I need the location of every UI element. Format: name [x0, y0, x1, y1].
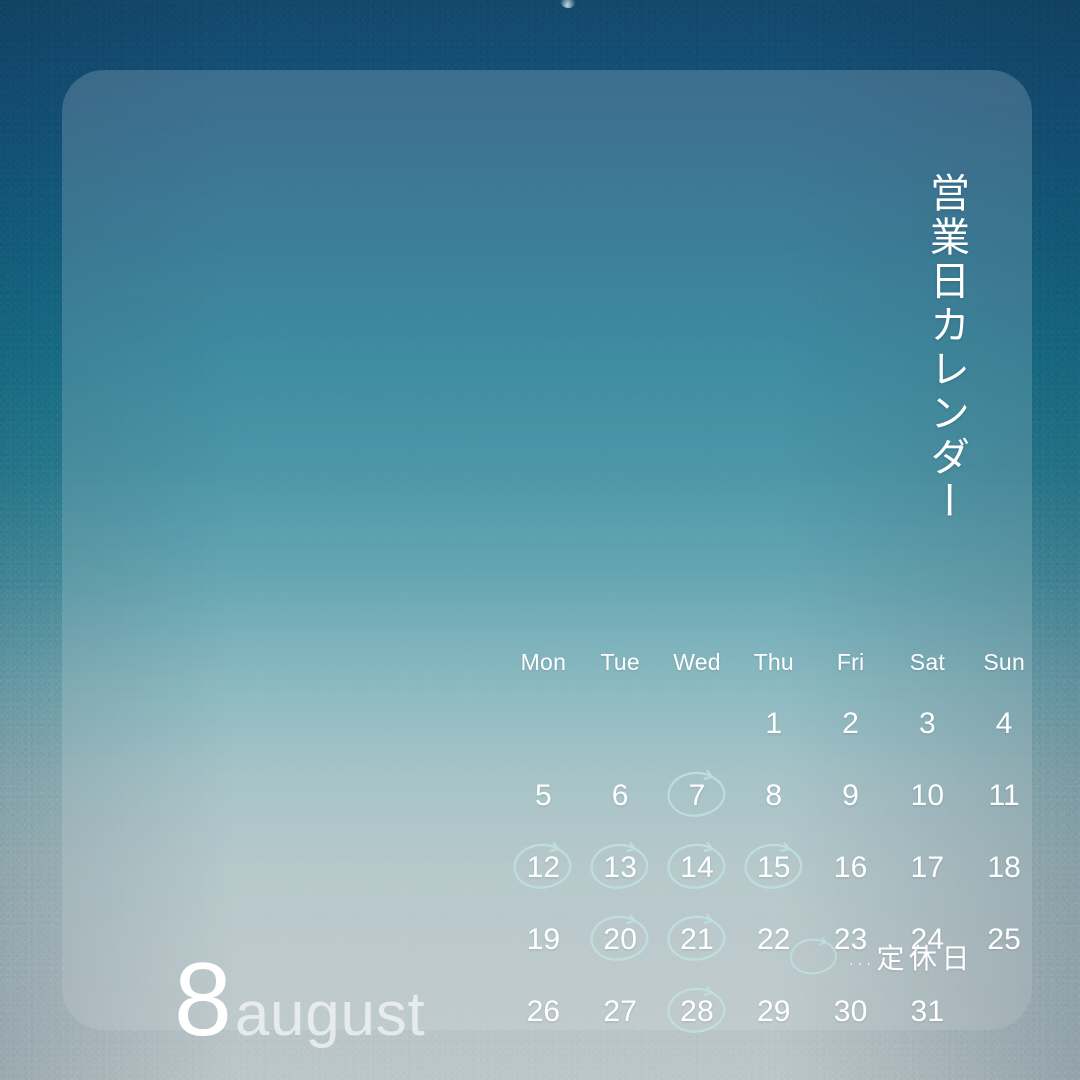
weekday-label: Fri: [836, 648, 865, 675]
calendar-day-cell[interactable]: 27: [582, 976, 659, 1048]
calendar-day-cell[interactable]: 28: [659, 976, 736, 1048]
day-number: 6: [611, 779, 629, 812]
calendar-day-cell[interactable]: 11: [966, 760, 1043, 832]
calendar-day-cell[interactable]: 2: [812, 688, 889, 760]
day-number: 12: [526, 851, 561, 884]
calendar-day-cell[interactable]: 17: [889, 832, 966, 904]
day-number: 18: [987, 851, 1022, 884]
calendar-day-cell[interactable]: 20: [582, 904, 659, 976]
vertical-title: 営業日カレンダー: [923, 172, 969, 524]
day-number: 8: [765, 779, 783, 812]
weekday-label: Sun: [983, 648, 1025, 675]
day-number: 30: [833, 995, 868, 1028]
calendar-day-cell[interactable]: 15: [735, 832, 812, 904]
weekday-label: Mon: [520, 648, 567, 675]
light-speck-decoration: [559, 0, 577, 10]
calendar-day-cell[interactable]: 31: [889, 976, 966, 1048]
weekday-header-row: Mon Tue Wed Thu Fri Sat Sun: [505, 636, 1043, 688]
day-number: 3: [918, 707, 936, 740]
day-number: 31: [910, 995, 945, 1028]
day-number: 1: [765, 707, 783, 740]
calendar-card: 営業日カレンダー 8 august Mon Tue Wed Thu Fri Sa…: [62, 70, 1032, 1052]
day-number: 15: [756, 851, 791, 884]
calendar-day-cell[interactable]: 6: [582, 760, 659, 832]
weekday-header-thu: Thu: [735, 636, 812, 688]
day-number: 4: [995, 707, 1013, 740]
day-number: 27: [603, 995, 638, 1028]
calendar-day-cell[interactable]: 5: [505, 760, 582, 832]
day-number: 25: [987, 923, 1022, 956]
day-number: 16: [833, 851, 868, 884]
day-number: 2: [842, 707, 859, 740]
poster-canvas: 営業日カレンダー 8 august Mon Tue Wed Thu Fri Sa…: [0, 0, 1080, 1080]
day-number: 22: [756, 923, 791, 956]
weekday-header-fri: Fri: [812, 636, 889, 688]
calendar-week-row: 1 2 3 4: [505, 688, 1043, 760]
calendar-day-rows: 1 2 3 4 5 6 7 8 9 10 11 12 13 14 15 16 17 18 19 20 21 22 23 24 2…: [505, 688, 1043, 1048]
day-number: 21: [680, 923, 714, 956]
day-number: 17: [910, 851, 945, 884]
weekday-header-tue: Tue: [582, 636, 659, 688]
calendar-week-row: 26 27 28 29 30 31: [505, 976, 1043, 1048]
day-number: 23: [833, 923, 868, 956]
day-number: 29: [756, 995, 791, 1028]
calendar-week-row: 5 6 7 8 9 10 11: [505, 760, 1043, 832]
weekday-header-sat: Sat: [889, 636, 966, 688]
weekday-label: Wed: [673, 648, 721, 675]
day-number: 26: [526, 995, 561, 1028]
calendar-day-cell[interactable]: 25: [966, 904, 1043, 976]
legend: … 定休日: [787, 936, 974, 978]
weekday-label: Tue: [600, 648, 640, 675]
weekday-label: Sat: [909, 648, 945, 675]
day-number: 14: [680, 851, 714, 884]
day-number: 10: [910, 779, 945, 812]
calendar-day-cell[interactable]: 1: [735, 688, 812, 760]
day-number: 20: [603, 923, 638, 956]
calendar-day-cell[interactable]: 7: [659, 760, 736, 832]
day-number: 19: [526, 923, 561, 956]
calendar-day-cell[interactable]: 16: [812, 832, 889, 904]
weekday-header-sun: Sun: [966, 636, 1043, 688]
calendar-day-cell[interactable]: 18: [966, 832, 1043, 904]
day-number: 5: [534, 779, 552, 812]
calendar-day-cell[interactable]: 8: [735, 760, 812, 832]
calendar-day-cell[interactable]: 21: [659, 904, 736, 976]
calendar-day-cell[interactable]: 14: [659, 832, 736, 904]
calendar-day-cell[interactable]: 3: [889, 688, 966, 760]
calendar-day-cell[interactable]: 19: [505, 904, 582, 976]
day-number: 13: [603, 851, 638, 884]
month-label: 8 august: [174, 942, 426, 1058]
weekday-label: Thu: [753, 648, 794, 675]
calendar-day-cell[interactable]: 13: [582, 832, 659, 904]
day-number: 24: [910, 923, 945, 956]
calendar-day-cell[interactable]: 9: [812, 760, 889, 832]
calendar-day-cell[interactable]: 29: [735, 976, 812, 1048]
calendar-day-cell[interactable]: 4: [966, 688, 1043, 760]
day-number: 28: [680, 995, 714, 1028]
calendar-day-cell[interactable]: 12: [505, 832, 582, 904]
weekday-header-wed: Wed: [659, 636, 736, 688]
calendar-day-cell[interactable]: 30: [812, 976, 889, 1048]
month-number: 8: [174, 942, 232, 1058]
day-number: 7: [688, 779, 706, 812]
weekday-header-mon: Mon: [505, 636, 582, 688]
calendar-day-cell[interactable]: 10: [889, 760, 966, 832]
calendar-day-cell[interactable]: 26: [505, 976, 582, 1048]
day-number: 11: [988, 779, 1020, 812]
day-number: 9: [842, 779, 859, 812]
calendar-grid: Mon Tue Wed Thu Fri Sat Sun 1 2 3 4 5 6 7 8 9 10 1…: [505, 636, 1043, 1048]
month-name: august: [234, 980, 426, 1049]
calendar-week-row: 12 13 14 15 16 17 18: [505, 832, 1043, 904]
